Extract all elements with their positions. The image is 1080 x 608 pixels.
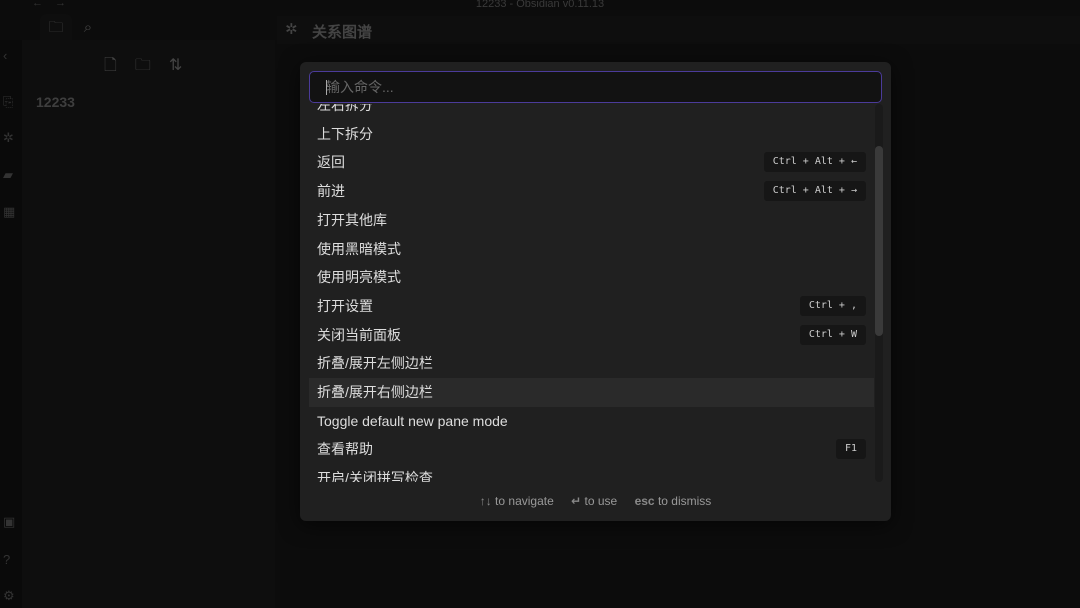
command-palette: 输入命令... 左右拆分上下拆分返回 Ctrl + Alt + ← 前进 Ctrl +…	[300, 62, 891, 521]
chevron-left-icon[interactable]: ‹	[3, 48, 7, 63]
command-label: 开启/关闭拼写检查	[317, 470, 433, 482]
use-hint: to use	[585, 494, 618, 508]
folder-tab-icon[interactable]: 🗀	[40, 14, 72, 42]
back-button[interactable]: ←	[32, 0, 55, 9]
hotkey-badge: Ctrl + Alt + →	[764, 181, 866, 201]
command-input[interactable]: 输入命令...	[309, 71, 882, 103]
command-item[interactable]: 前进 Ctrl + Alt + →	[309, 177, 874, 206]
command-item[interactable]: 折叠/展开左侧边栏	[309, 349, 874, 378]
vault-name[interactable]: 12233	[36, 94, 75, 110]
command-label: 打开设置	[317, 298, 373, 314]
hotkey-badge: Ctrl + W	[800, 325, 866, 345]
command-item[interactable]: 打开设置 Ctrl + ,	[309, 292, 874, 321]
tag-icon[interactable]: ▰	[3, 167, 13, 183]
window-title: 12233 - Obsidian v0.11.13	[0, 0, 1080, 10]
file-explorer-panel	[22, 40, 275, 608]
arrows-key: ↑↓	[480, 494, 492, 508]
graph-icon[interactable]: ✲	[3, 130, 14, 146]
main-tab-header: ✲ 关系图谱	[277, 16, 1080, 44]
tab-title[interactable]: 关系图谱	[312, 21, 372, 42]
command-label: 折叠/展开右侧边栏	[317, 384, 433, 400]
command-item[interactable]: 左右拆分	[309, 104, 874, 120]
file-actions: 🗋🗀⇅	[104, 54, 200, 81]
graph-icon: ✲	[285, 20, 298, 38]
command-label: 左右拆分	[317, 104, 373, 113]
command-label: 前进	[317, 183, 345, 199]
command-label: 查看帮助	[317, 441, 373, 457]
scrollbar-thumb[interactable]	[875, 146, 883, 336]
forward-button[interactable]: →	[55, 0, 78, 9]
command-item[interactable]: 折叠/展开右侧边栏	[309, 378, 874, 407]
hotkey-badge: F1	[836, 439, 866, 459]
search-tab-icon[interactable]: ⌕	[72, 14, 104, 42]
command-item[interactable]: 返回 Ctrl + Alt + ←	[309, 148, 874, 177]
command-item[interactable]: 打开其他库	[309, 206, 874, 235]
command-label: 使用黑暗模式	[317, 241, 401, 257]
settings-icon[interactable]: ⚙	[3, 588, 15, 604]
left-tabs: 🗀⌕	[40, 14, 104, 42]
vault-switch-icon[interactable]: ▣	[3, 514, 15, 530]
command-label: 返回	[317, 154, 345, 170]
command-label: 使用明亮模式	[317, 269, 401, 285]
palette-footer: ↑↓ to navigate ↵ to use esc to dismiss	[300, 494, 891, 508]
new-note-icon[interactable]: 🗋	[104, 57, 135, 74]
enter-key: ↵	[571, 494, 581, 508]
command-label: 上下拆分	[317, 126, 373, 142]
esc-key: esc	[635, 494, 655, 508]
command-item[interactable]: 查看帮助 F1	[309, 435, 874, 464]
command-item[interactable]: 关闭当前面板 Ctrl + W	[309, 321, 874, 350]
hotkey-badge: Ctrl + ,	[800, 296, 866, 316]
command-item[interactable]: Toggle default new pane mode	[309, 407, 874, 436]
command-item[interactable]: 使用明亮模式	[309, 263, 874, 292]
command-label: Toggle default new pane mode	[317, 413, 508, 429]
sort-icon[interactable]: ⇅	[169, 57, 200, 74]
command-label: 关闭当前面板	[317, 327, 401, 343]
open-vault-icon[interactable]: ⎘	[3, 94, 13, 110]
new-folder-icon[interactable]: 🗀	[135, 57, 169, 74]
command-item[interactable]: 使用黑暗模式	[309, 235, 874, 264]
dismiss-hint: to dismiss	[658, 494, 711, 508]
command-label: 折叠/展开左侧边栏	[317, 355, 433, 371]
command-item[interactable]: 上下拆分	[309, 120, 874, 149]
plugin-icon[interactable]: ▦	[3, 204, 15, 220]
nav-hint: to navigate	[495, 494, 554, 508]
scrollbar[interactable]	[875, 104, 883, 482]
history-nav: ←→	[32, 0, 78, 9]
help-icon[interactable]: ?	[3, 552, 10, 567]
command-item[interactable]: 开启/关闭拼写检查	[309, 464, 874, 482]
hotkey-badge: Ctrl + Alt + ←	[764, 152, 866, 172]
ribbon: ‹ ⎘ ✲ ▰ ▦ ▣ ? ⚙	[0, 40, 22, 608]
command-label: 打开其他库	[317, 212, 387, 228]
command-list: 左右拆分上下拆分返回 Ctrl + Alt + ← 前进 Ctrl + Alt + →…	[309, 104, 874, 482]
